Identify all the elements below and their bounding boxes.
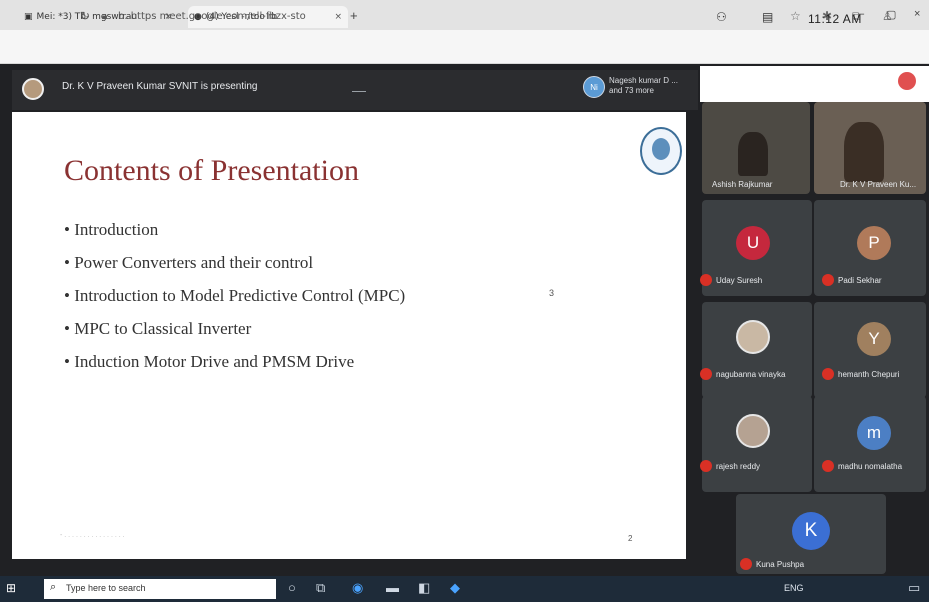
slide-note: 3 bbox=[549, 288, 555, 298]
taskbar-search-placeholder: Type here to search bbox=[66, 583, 146, 593]
slide-footer: - . . . . . . . . . . . . . . . . bbox=[60, 532, 125, 539]
mic-off-icon bbox=[700, 274, 712, 286]
participant-name: Dr. K V Praveen Ku... bbox=[840, 180, 917, 189]
meet-clock: 11:12 AM bbox=[808, 12, 862, 26]
participant-avatar: P bbox=[857, 226, 891, 260]
search-icon: ⌕ bbox=[50, 581, 57, 593]
reload-icon[interactable]: ↻ bbox=[80, 9, 90, 23]
url-field[interactable]: b. https meet.google.com/ell-fbzx-sto bbox=[118, 11, 306, 22]
windows-start-icon[interactable]: ⊞ bbox=[6, 581, 16, 595]
file-explorer-icon[interactable]: ▬ bbox=[386, 580, 399, 595]
presenting-text: Dr. K V Praveen Kumar SVNIT is presentin… bbox=[62, 81, 258, 92]
profile-icon[interactable]: ♙ bbox=[882, 9, 893, 23]
participant-name: nagubanna vinayka bbox=[716, 370, 786, 379]
participant-avatar: U bbox=[736, 226, 770, 260]
slide-bullet: Induction Motor Drive and PMSM Drive bbox=[64, 352, 405, 385]
app-icon[interactable]: ◆ bbox=[450, 580, 460, 596]
task-view-icon[interactable]: ○ bbox=[288, 580, 296, 595]
minimize-presentation-icon[interactable] bbox=[352, 91, 366, 92]
mic-off-icon bbox=[700, 460, 712, 472]
top-right-strip bbox=[700, 66, 929, 102]
participant-name: hemanth Chepuri bbox=[838, 370, 900, 379]
slide-bullet-list: Introduction Power Converters and their … bbox=[64, 220, 405, 385]
address-bar bbox=[0, 30, 929, 64]
new-tab-icon[interactable]: + bbox=[350, 8, 358, 23]
slide-bullet: MPC to Classical Inverter bbox=[64, 319, 405, 352]
record-indicator-icon bbox=[898, 72, 916, 90]
participant-avatar: m bbox=[857, 416, 891, 450]
chat-icon[interactable]: ▤ bbox=[762, 10, 773, 24]
slide-page-number: 2 bbox=[628, 534, 633, 543]
mic-off-icon bbox=[822, 368, 834, 380]
slide-bullet: Introduction bbox=[64, 220, 405, 253]
slide-bullet: Introduction to Model Predictive Control… bbox=[64, 286, 405, 319]
lock-icon[interactable]: 🔒︎ bbox=[102, 11, 107, 22]
raised-hand-text[interactable]: Nagesh kumar D ... and 73 more bbox=[609, 76, 689, 96]
slide-bullet: Power Converters and their control bbox=[64, 253, 405, 286]
participant-name: Ashish Rajkumar bbox=[712, 180, 773, 189]
close-window-icon[interactable]: × bbox=[914, 8, 920, 20]
participant-name: rajesh reddy bbox=[716, 462, 761, 471]
store-icon[interactable]: ◧ bbox=[418, 580, 430, 596]
mic-off-icon bbox=[822, 460, 834, 472]
participant-photo-avatar bbox=[736, 320, 770, 354]
notifications-icon[interactable]: ▭ bbox=[908, 580, 920, 596]
participant-avatar: Y bbox=[857, 322, 891, 356]
slide-title: Contents of Presentation bbox=[64, 154, 359, 187]
mic-off-icon bbox=[822, 274, 834, 286]
system-tray-language[interactable]: ENG bbox=[784, 583, 804, 593]
logo-emblem bbox=[652, 138, 670, 160]
bookmark-star-icon[interactable]: ☆ bbox=[790, 9, 801, 23]
tab-close-icon[interactable]: × bbox=[334, 12, 342, 22]
presenter-avatar bbox=[22, 78, 44, 100]
mic-off-icon bbox=[700, 368, 712, 380]
multitask-icon[interactable]: ⧉ bbox=[316, 580, 325, 596]
tab-favicon-icon: ▣ bbox=[24, 12, 33, 22]
edge-browser-icon[interactable]: ◉ bbox=[352, 580, 363, 596]
participant-name: Padi Sekhar bbox=[838, 276, 882, 285]
participant-name: Uday Suresh bbox=[716, 276, 763, 285]
raised-hand-avatar: Ni bbox=[583, 76, 605, 98]
participant-name: Kuna Pushpa bbox=[756, 560, 805, 569]
participant-photo-avatar bbox=[736, 414, 770, 448]
participant-avatar: K bbox=[792, 512, 830, 550]
people-icon[interactable]: ⚇ bbox=[716, 10, 727, 24]
participant-name: madhu nomalatha bbox=[838, 462, 903, 471]
mic-off-icon bbox=[740, 558, 752, 570]
